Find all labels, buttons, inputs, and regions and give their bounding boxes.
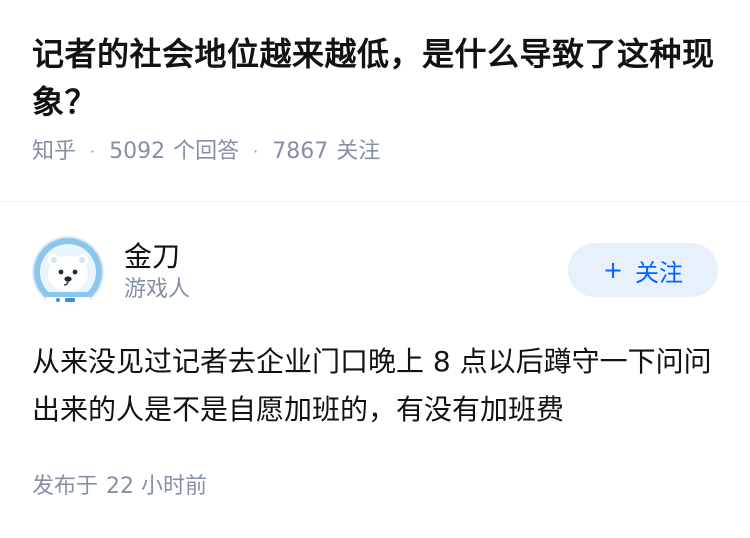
answer-content[interactable]: 从来没见过记者去企业门口晚上 8 点以后蹲守一下问问出来的人是不是自愿加班的，有… xyxy=(32,338,712,434)
author-name[interactable]: 金刀 xyxy=(124,239,568,275)
section-divider xyxy=(0,201,750,202)
question-title[interactable]: 记者的社会地位越来越低，是什么导致了这种现象？ xyxy=(32,30,722,126)
follow-button-label: 关注 xyxy=(635,258,684,287)
follower-count: 7867 xyxy=(272,139,329,164)
source-label[interactable]: 知乎 xyxy=(32,136,76,168)
meta-separator: · xyxy=(253,142,259,161)
publish-time-value: 22 小时前 xyxy=(106,474,208,499)
answer-card: 金刀 游戏人 + 关注 从来没见过记者去企业门口晚上 8 点以后蹲守一下问问出来… xyxy=(32,234,718,502)
follow-button[interactable]: + 关注 xyxy=(568,243,718,297)
answer-count-label: 个回答 xyxy=(173,139,240,164)
meta-separator: · xyxy=(90,142,96,161)
author-headline: 游戏人 xyxy=(124,277,191,302)
author-row: 金刀 游戏人 + 关注 xyxy=(32,234,718,310)
answer-publish-time: 发布于 22 小时前 xyxy=(32,472,718,502)
follower-count-label: 关注 xyxy=(336,139,381,164)
answer-count: 5092 xyxy=(109,139,166,164)
plus-icon: + xyxy=(602,256,624,284)
question-meta: 知乎 · 5092 个回答 · 7867 关注 xyxy=(32,136,722,168)
polar-bear-astronaut-avatar-icon[interactable] xyxy=(32,236,104,308)
publish-time-prefix: 发布于 xyxy=(32,474,99,499)
author-info: 金刀 游戏人 xyxy=(124,239,568,305)
question-header: 记者的社会地位越来越低，是什么导致了这种现象？ 知乎 · 5092 个回答 · … xyxy=(32,30,722,168)
